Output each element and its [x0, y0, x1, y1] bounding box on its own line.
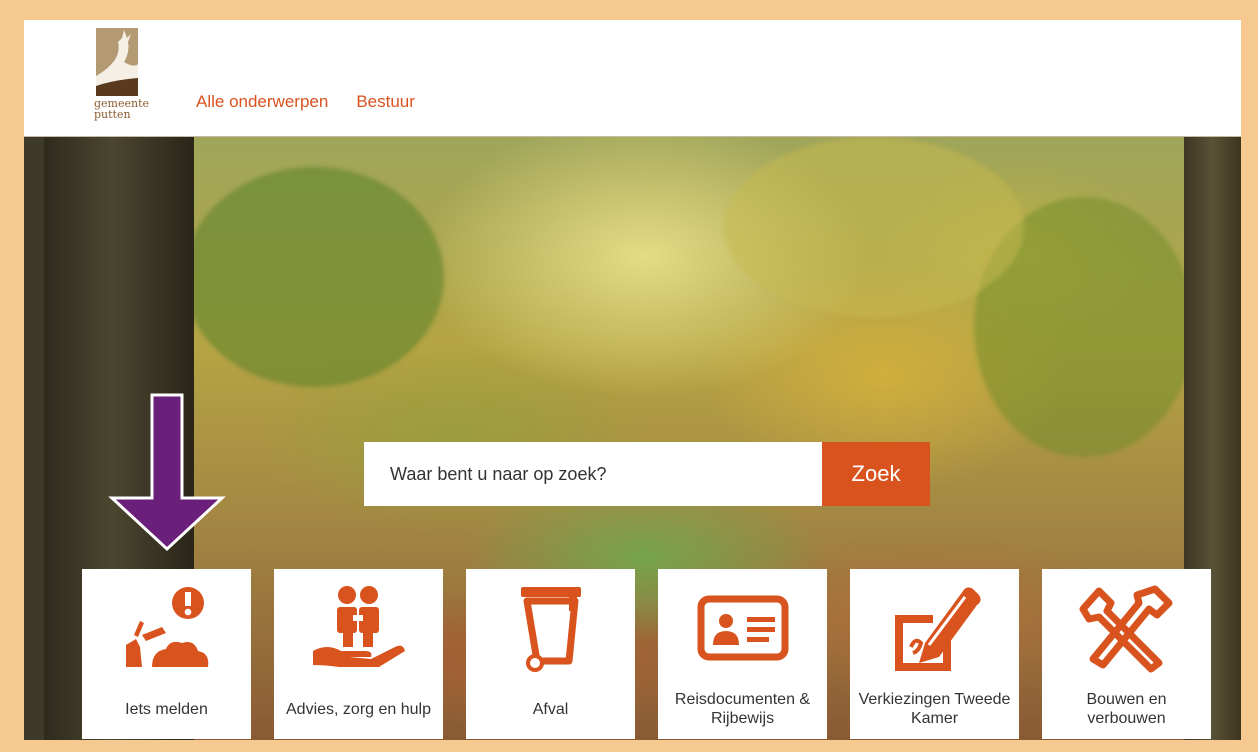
tile-verkiezingen-tweede-kamer[interactable]: Verkiezingen Tweede Kamer	[850, 569, 1019, 739]
tile-label: Afval	[532, 700, 569, 718]
tile-label: Bouwen en verbouwen	[1086, 691, 1167, 727]
deer-logo-icon	[96, 28, 138, 96]
main-nav: Alle onderwerpen Bestuur	[196, 92, 415, 112]
logo-text: gemeente putten	[94, 98, 149, 120]
logo-line-2: putten	[94, 108, 131, 121]
municipality-logo[interactable]: gemeente putten	[94, 28, 152, 128]
tile-afval[interactable]: Afval	[466, 569, 635, 739]
search-bar: Zoek	[364, 442, 930, 506]
site-header: gemeente putten Alle onderwerpen Bestuur	[24, 20, 1241, 137]
id-card-icon	[658, 577, 827, 677]
tile-iets-melden[interactable]: Iets melden	[82, 569, 251, 739]
tile-label: Iets melden	[125, 700, 208, 718]
nav-link-bestuur[interactable]: Bestuur	[356, 92, 415, 112]
waste-bin-icon	[466, 577, 635, 677]
tile-advies-zorg-en-hulp[interactable]: Advies, zorg en hulp	[274, 569, 443, 739]
ballot-pencil-icon	[850, 577, 1019, 677]
foliage-patch	[184, 167, 444, 387]
search-button[interactable]: Zoek	[822, 442, 930, 506]
hammer-wrench-icon	[1042, 577, 1211, 677]
care-hand-icon	[274, 577, 443, 677]
page-frame: gemeente putten Alle onderwerpen Bestuur…	[24, 20, 1241, 740]
tile-label: Reisdocumenten & Rijbewijs	[674, 691, 811, 727]
tile-label: Verkiezingen Tweede Kamer	[858, 691, 1011, 727]
topic-tiles: Iets melden Advies, zorg en hulp Afval R…	[82, 569, 1211, 739]
tile-bouwen-en-verbouwen[interactable]: Bouwen en verbouwen	[1042, 569, 1211, 739]
report-icon	[82, 577, 251, 677]
tile-reisdocumenten-rijbewijs[interactable]: Reisdocumenten & Rijbewijs	[658, 569, 827, 739]
tile-label: Advies, zorg en hulp	[286, 700, 431, 718]
nav-link-alle-onderwerpen[interactable]: Alle onderwerpen	[196, 92, 328, 112]
purple-down-arrow-icon	[108, 393, 226, 552]
search-input[interactable]	[364, 442, 822, 506]
foliage-patch	[724, 137, 1024, 317]
